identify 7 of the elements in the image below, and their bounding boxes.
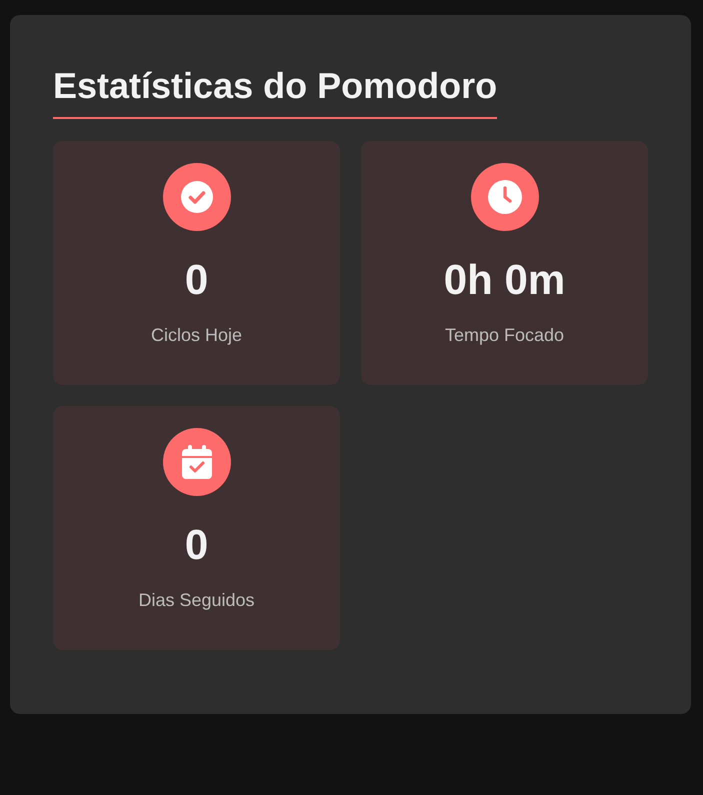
- stat-value: 0: [184, 520, 208, 570]
- stat-value: 0: [184, 255, 208, 305]
- stat-label: Dias Seguidos: [138, 590, 255, 612]
- stat-label: Ciclos Hoje: [150, 325, 242, 346]
- stat-value: 0h 0m: [444, 255, 566, 305]
- stat-label: Tempo Focado: [444, 325, 564, 346]
- page-title: Estatísticas do Pomodoro: [53, 40, 498, 119]
